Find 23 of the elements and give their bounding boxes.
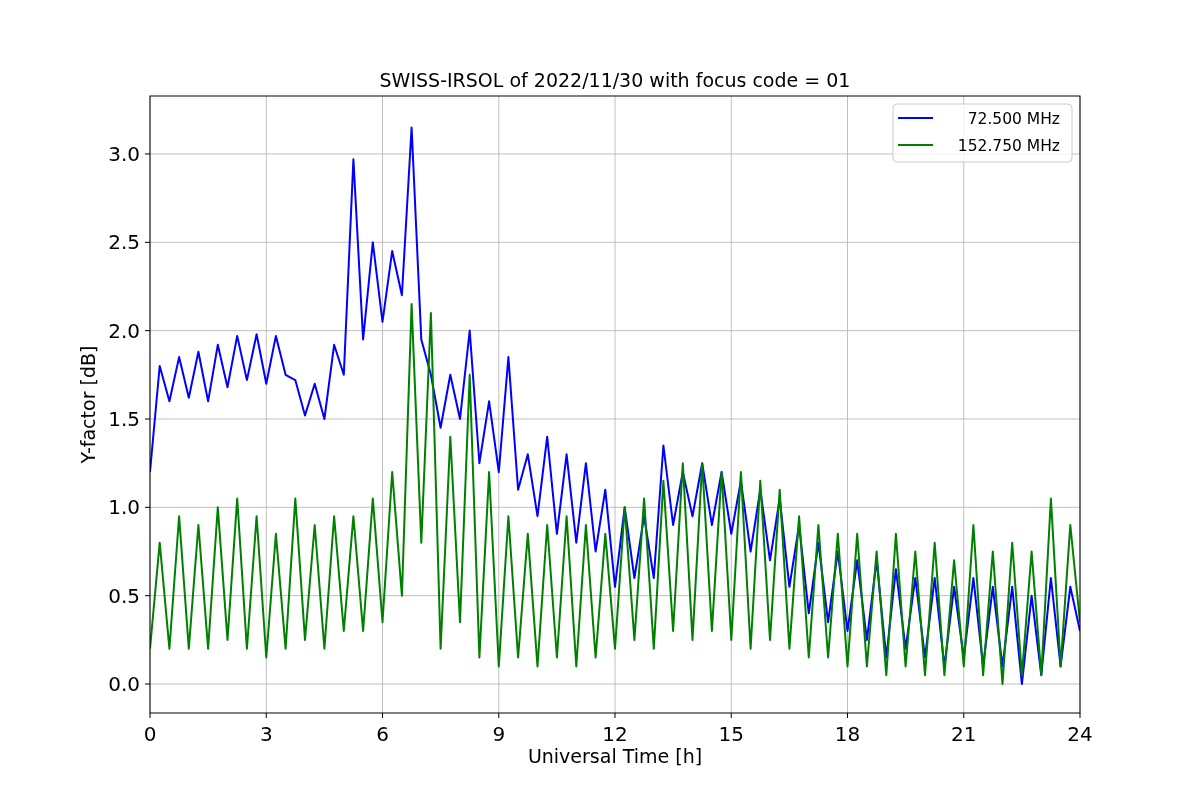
y-tick-label: 1.5 xyxy=(108,407,140,431)
y-tick-label: 1.0 xyxy=(108,495,140,520)
x-tick-label: 15 xyxy=(718,722,744,746)
x-tick-label: 21 xyxy=(951,722,977,746)
x-tick-label: 18 xyxy=(834,722,861,746)
legend-line-swatch xyxy=(897,144,934,146)
legend-label: 152.750 MHz xyxy=(957,137,1060,155)
y-tick-label: 0.0 xyxy=(108,672,140,696)
y-axis-label: Y-factor [dB] xyxy=(77,345,99,464)
x-tick-label: 0 xyxy=(143,722,157,746)
x-axis-label: Universal Time [h] xyxy=(527,745,703,767)
y-tick-label: 3.0 xyxy=(108,141,140,166)
x-tick-label: 3 xyxy=(259,722,273,746)
chart-title: SWISS-IRSOL of 2022/11/30 with focus code = 01 xyxy=(379,69,851,91)
x-tick-label: 24 xyxy=(1067,722,1093,746)
x-tick-label: 12 xyxy=(602,722,628,746)
y-tick-label: 2.0 xyxy=(108,318,140,343)
legend-label: 72.500 MHz xyxy=(967,110,1060,128)
x-tick-label: 6 xyxy=(376,722,389,746)
y-tick-label: 0.5 xyxy=(108,583,140,608)
y-tick-label: 2.5 xyxy=(108,230,140,255)
legend-line-swatch xyxy=(897,117,934,119)
x-tick-label: 9 xyxy=(492,722,506,746)
